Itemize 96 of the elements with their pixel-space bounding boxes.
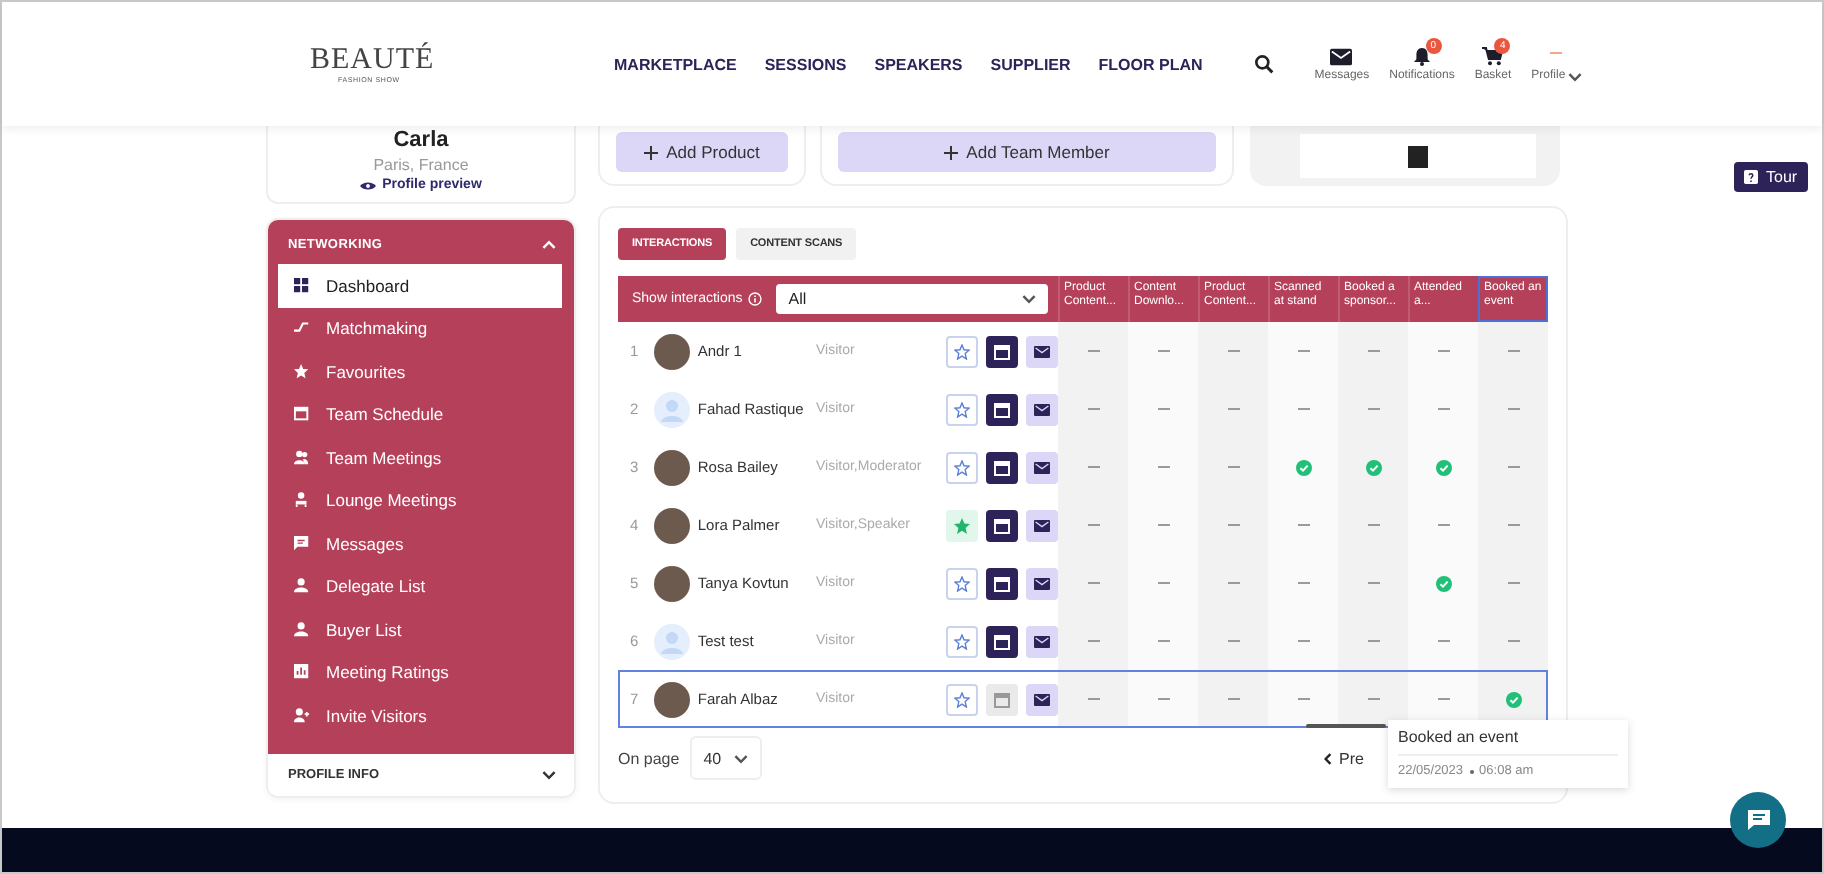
star-icon: [954, 575, 970, 591]
cart-icon: [1482, 46, 1504, 66]
sidebar-item[interactable]: Delegate List: [278, 565, 562, 608]
tour-button[interactable]: Tour: [1734, 162, 1808, 192]
bell-icon: [1411, 46, 1432, 66]
chevron-down-icon: [733, 753, 748, 763]
chevron-down-icon: [1022, 294, 1036, 304]
calendar-icon: [994, 459, 1010, 475]
star-icon: [294, 363, 310, 380]
chevron-down-icon: [1567, 71, 1582, 81]
envelope-icon: [1034, 693, 1050, 705]
interactions-select[interactable]: All: [776, 284, 1048, 314]
star-icon: [954, 401, 970, 417]
info-icon: [748, 292, 763, 306]
plus-icon: [944, 145, 959, 159]
nav-link[interactable]: SESSIONS: [764, 55, 847, 73]
chat-icon: [294, 535, 310, 552]
separator-dot-icon: [1469, 769, 1474, 773]
chart-icon: [294, 664, 310, 681]
calendar-icon: [994, 401, 1010, 417]
line-icon: [294, 320, 310, 337]
favourite-button[interactable]: [946, 451, 978, 483]
add-product-button[interactable]: Add Product: [616, 132, 788, 172]
per-page-label: On page: [618, 749, 680, 767]
tooltip-title: Booked an event: [1398, 728, 1618, 756]
favourite-button[interactable]: [946, 393, 978, 425]
message-button[interactable]: [1026, 567, 1058, 599]
nav-link[interactable]: SUPPLIER: [990, 55, 1071, 73]
calendar-icon: [994, 575, 1010, 591]
sidebar-item[interactable]: Favourites: [278, 350, 562, 393]
logo-text: BEAUTÉ: [310, 45, 435, 75]
photo-placeholder: [1408, 145, 1428, 167]
person-icon: [294, 578, 310, 595]
calendar-icon: [994, 343, 1010, 359]
favourite-button[interactable]: [946, 683, 978, 715]
nav-link[interactable]: SPEAKERS: [874, 55, 963, 73]
scrollbar-thumb[interactable]: [1306, 724, 1386, 728]
sidebar-item[interactable]: Messages: [278, 522, 562, 565]
calendar-button[interactable]: [986, 451, 1018, 483]
sidebar-item[interactable]: Invite Visitors: [278, 694, 562, 737]
message-button[interactable]: [1026, 683, 1058, 715]
calendar-button[interactable]: [986, 625, 1018, 657]
nav-link[interactable]: MARKETPLACE: [614, 55, 737, 73]
add-team-member-button[interactable]: Add Team Member: [838, 132, 1216, 172]
chevron-left-icon: [1323, 751, 1332, 765]
message-button[interactable]: [1026, 625, 1058, 657]
message-button[interactable]: [1026, 451, 1058, 483]
help-icon: [1744, 170, 1758, 184]
sidebar-item[interactable]: Dashboard: [278, 264, 562, 307]
calendar-button[interactable]: [986, 567, 1018, 599]
star-icon: [954, 343, 970, 359]
grid-icon: [294, 277, 310, 294]
calendar-button[interactable]: [986, 509, 1018, 541]
sidebar-item[interactable]: Team Meetings: [278, 436, 562, 479]
profile-name: Carla: [393, 128, 449, 152]
envelope-icon: [1034, 345, 1050, 357]
sidebar-item[interactable]: Buyer List: [278, 608, 562, 651]
nav-link[interactable]: FLOOR PLAN: [1098, 55, 1203, 73]
sidebar-item[interactable]: Lounge Meetings: [278, 479, 562, 522]
calendar-button[interactable]: [986, 335, 1018, 367]
people-icon: [294, 449, 310, 466]
star-icon: [954, 633, 970, 649]
chat-icon: [1747, 810, 1769, 830]
message-button[interactable]: [1026, 509, 1058, 541]
plus-icon: [644, 145, 659, 159]
message-button[interactable]: [1026, 393, 1058, 425]
calendar-icon: [994, 691, 1010, 707]
chat-button[interactable]: [1730, 792, 1786, 848]
previous-page-button[interactable]: Pre: [1323, 749, 1364, 767]
favourite-button[interactable]: [946, 625, 978, 657]
favourite-button[interactable]: [946, 567, 978, 599]
message-button[interactable]: [1026, 335, 1058, 367]
profile-location: Paris, France: [373, 156, 469, 174]
sidebar-item[interactable]: Team Schedule: [278, 393, 562, 436]
star-icon: [954, 459, 970, 475]
envelope-icon: [1330, 48, 1353, 66]
envelope-icon: [1034, 577, 1050, 589]
envelope-icon: [1034, 635, 1050, 647]
star-icon: [954, 517, 970, 533]
calendar-icon: [994, 517, 1010, 533]
calendar-button[interactable]: [986, 393, 1018, 425]
chair-person-icon: [294, 492, 310, 509]
eye-icon: [360, 179, 377, 191]
search-icon[interactable]: [1254, 54, 1275, 74]
favourite-button[interactable]: [946, 335, 978, 367]
envelope-icon: [1034, 403, 1050, 415]
person-plus-icon: [294, 707, 310, 724]
person-icon: [294, 621, 310, 638]
envelope-icon: [1034, 461, 1050, 473]
per-page-select[interactable]: 40: [689, 736, 762, 780]
sidebar-item[interactable]: Meeting Ratings: [278, 651, 562, 694]
envelope-icon: [1034, 519, 1050, 531]
calendar-icon: [994, 633, 1010, 649]
star-icon: [954, 691, 970, 707]
calendar-icon: [294, 406, 310, 423]
sidebar-item[interactable]: Matchmaking: [278, 307, 562, 350]
